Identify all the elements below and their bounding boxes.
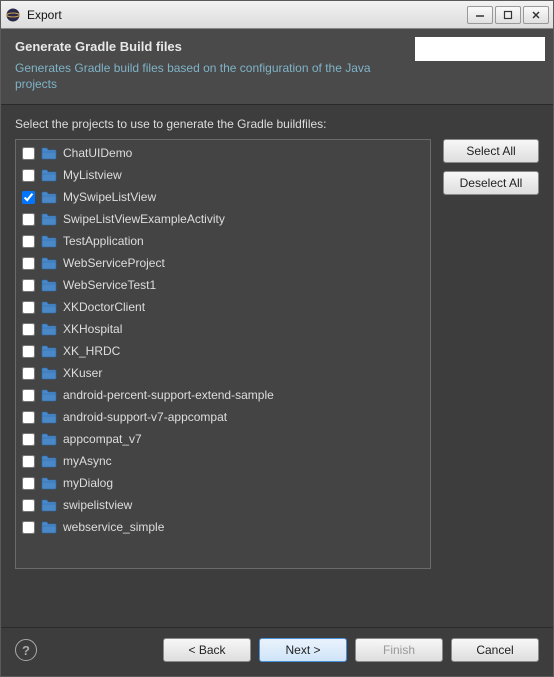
folder-icon (41, 256, 57, 270)
project-name: SwipeListViewExampleActivity (63, 212, 225, 226)
project-checkbox[interactable] (22, 169, 35, 182)
eclipse-icon (5, 7, 21, 23)
finish-button: Finish (355, 638, 443, 662)
project-item[interactable]: WebServiceProject (18, 252, 428, 274)
folder-icon (41, 476, 57, 490)
project-name: appcompat_v7 (63, 432, 142, 446)
project-name: MySwipeListView (63, 190, 156, 204)
wizard-banner (415, 37, 545, 61)
close-button[interactable] (523, 6, 549, 24)
project-item[interactable]: SwipeListViewExampleActivity (18, 208, 428, 230)
export-window: Export Generate Gradle Build files Gener… (0, 0, 554, 677)
folder-icon (41, 366, 57, 380)
project-item[interactable]: XKDoctorClient (18, 296, 428, 318)
project-checkbox[interactable] (22, 477, 35, 490)
project-checkbox[interactable] (22, 191, 35, 204)
project-checkbox[interactable] (22, 433, 35, 446)
project-list[interactable]: ChatUIDemo MyListview MySwipeListView Swipe… (15, 139, 431, 569)
wizard-header: Generate Gradle Build files Generates Gr… (1, 29, 553, 105)
project-checkbox[interactable] (22, 345, 35, 358)
project-checkbox[interactable] (22, 279, 35, 292)
project-checkbox[interactable] (22, 389, 35, 402)
project-checkbox[interactable] (22, 301, 35, 314)
project-select-label: Select the projects to use to generate t… (15, 117, 539, 131)
folder-icon (41, 322, 57, 336)
window-title: Export (27, 8, 467, 22)
wizard-description: Generates Gradle build files based on th… (15, 60, 385, 92)
select-all-button[interactable]: Select All (443, 139, 539, 163)
project-item[interactable]: XK_HRDC (18, 340, 428, 362)
help-icon[interactable]: ? (15, 639, 37, 661)
next-button[interactable]: Next > (259, 638, 347, 662)
project-name: WebServiceProject (63, 256, 165, 270)
project-checkbox[interactable] (22, 235, 35, 248)
folder-icon (41, 432, 57, 446)
folder-icon (41, 454, 57, 468)
project-item[interactable]: myDialog (18, 472, 428, 494)
project-name: XKuser (63, 366, 102, 380)
project-item[interactable]: XKHospital (18, 318, 428, 340)
project-checkbox[interactable] (22, 411, 35, 424)
project-name: WebServiceTest1 (63, 278, 156, 292)
wizard-footer: ? < Back Next > Finish Cancel (1, 627, 553, 676)
project-name: android-support-v7-appcompat (63, 410, 227, 424)
project-item[interactable]: WebServiceTest1 (18, 274, 428, 296)
folder-icon (41, 168, 57, 182)
list-side-buttons: Select All Deselect All (443, 139, 539, 195)
project-name: myAsync (63, 454, 112, 468)
project-item[interactable]: swipelistview (18, 494, 428, 516)
titlebar: Export (1, 1, 553, 29)
project-item[interactable]: MySwipeListView (18, 186, 428, 208)
project-item[interactable]: ChatUIDemo (18, 142, 428, 164)
project-checkbox[interactable] (22, 323, 35, 336)
project-name: MyListview (63, 168, 122, 182)
project-name: TestApplication (63, 234, 144, 248)
project-name: webservice_simple (63, 520, 164, 534)
minimize-button[interactable] (467, 6, 493, 24)
deselect-all-button[interactable]: Deselect All (443, 171, 539, 195)
folder-icon (41, 234, 57, 248)
folder-icon (41, 344, 57, 358)
project-item[interactable]: TestApplication (18, 230, 428, 252)
project-checkbox[interactable] (22, 367, 35, 380)
project-checkbox[interactable] (22, 147, 35, 160)
project-item[interactable]: MyListview (18, 164, 428, 186)
project-item[interactable]: android-percent-support-extend-sample (18, 384, 428, 406)
folder-icon (41, 520, 57, 534)
project-name: XKDoctorClient (63, 300, 145, 314)
cancel-button[interactable]: Cancel (451, 638, 539, 662)
project-checkbox[interactable] (22, 521, 35, 534)
project-name: myDialog (63, 476, 113, 490)
project-checkbox[interactable] (22, 213, 35, 226)
folder-icon (41, 410, 57, 424)
folder-icon (41, 300, 57, 314)
project-checkbox[interactable] (22, 499, 35, 512)
folder-icon (41, 190, 57, 204)
folder-icon (41, 146, 57, 160)
content-row: ChatUIDemo MyListview MySwipeListView Swipe… (15, 139, 539, 615)
project-name: XK_HRDC (63, 344, 120, 358)
project-name: ChatUIDemo (63, 146, 132, 160)
window-controls (467, 6, 549, 24)
project-name: XKHospital (63, 322, 122, 336)
project-item[interactable]: appcompat_v7 (18, 428, 428, 450)
wizard-content: Select the projects to use to generate t… (1, 105, 553, 627)
project-checkbox[interactable] (22, 257, 35, 270)
back-button[interactable]: < Back (163, 638, 251, 662)
project-item[interactable]: myAsync (18, 450, 428, 472)
project-item[interactable]: XKuser (18, 362, 428, 384)
maximize-button[interactable] (495, 6, 521, 24)
project-name: android-percent-support-extend-sample (63, 388, 274, 402)
folder-icon (41, 388, 57, 402)
folder-icon (41, 278, 57, 292)
project-item[interactable]: webservice_simple (18, 516, 428, 538)
folder-icon (41, 212, 57, 226)
project-checkbox[interactable] (22, 455, 35, 468)
project-item[interactable]: android-support-v7-appcompat (18, 406, 428, 428)
project-name: swipelistview (63, 498, 132, 512)
folder-icon (41, 498, 57, 512)
